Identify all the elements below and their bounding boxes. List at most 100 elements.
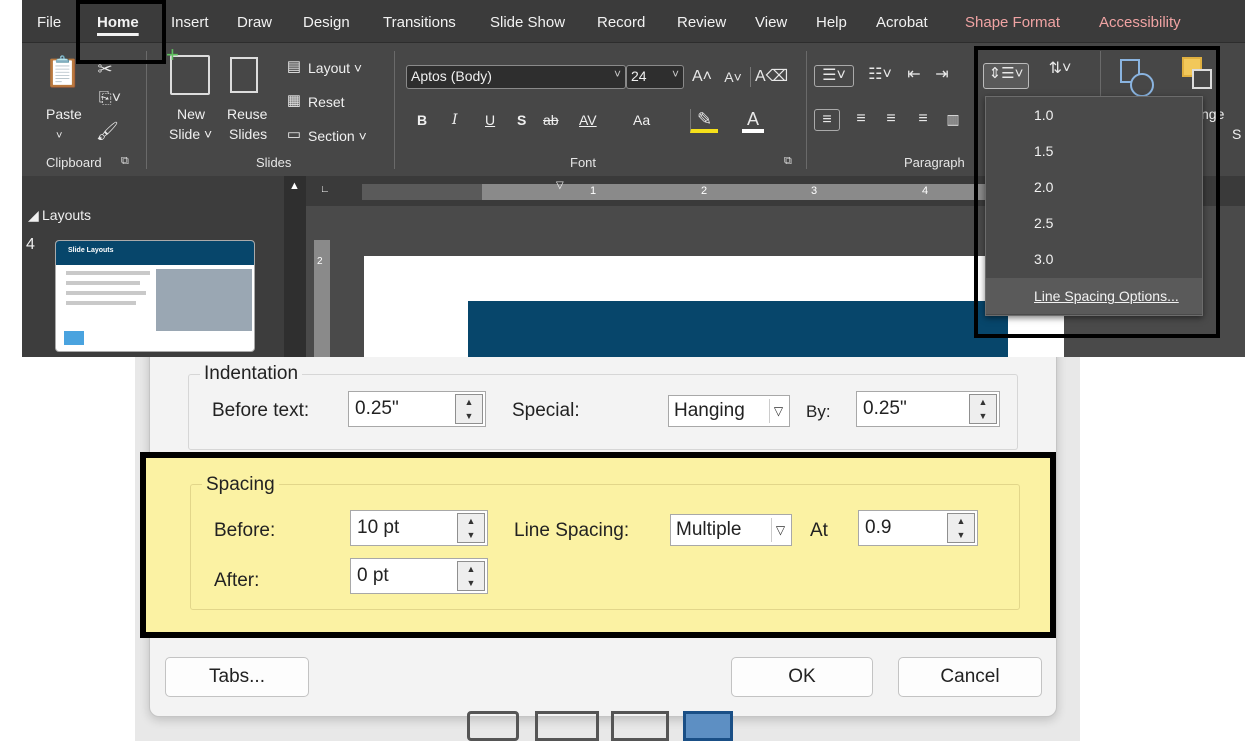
tab-slide-show[interactable]: Slide Show <box>490 14 565 31</box>
new-slide-dropdown[interactable]: Slide ˅ <box>169 125 212 143</box>
reset-button[interactable]: Reset <box>308 93 345 111</box>
section-header-layouts[interactable]: Layouts <box>42 206 91 224</box>
scroll-up-icon[interactable]: ▲ <box>289 180 300 192</box>
chevron-down-icon: ˅ <box>613 67 621 81</box>
tab-help[interactable]: Help <box>816 14 847 31</box>
paste-dropdown-chevron-icon[interactable]: ˅ <box>56 127 62 145</box>
font-launcher-icon[interactable]: ⧉ <box>784 155 792 168</box>
align-center-icon[interactable]: ≡ <box>848 109 874 129</box>
at-value[interactable]: 0.9 <box>865 517 891 538</box>
before-text-value[interactable]: 0.25" <box>355 398 399 419</box>
columns-icon[interactable]: ▥ <box>940 109 966 129</box>
numbering-icon[interactable]: ☷˅ <box>862 65 898 85</box>
align-right-icon[interactable]: ≡ <box>878 109 904 129</box>
tab-file[interactable]: File <box>37 14 61 31</box>
strikethrough-button[interactable]: ab <box>543 111 559 129</box>
paste-icon[interactable]: 📋 <box>44 53 81 93</box>
tab-record[interactable]: Record <box>597 14 645 31</box>
font-name-combo[interactable]: Aptos (Body) ˅ <box>406 65 626 89</box>
grow-font-icon[interactable]: A˄ <box>692 67 712 87</box>
increase-indent-icon[interactable]: ⇥ <box>930 65 954 85</box>
shrink-font-icon[interactable]: A˅ <box>723 67 743 87</box>
spinner-arrows-icon[interactable]: ▲ ▼ <box>969 394 997 424</box>
bold-button[interactable]: B <box>417 111 427 129</box>
tab-insert[interactable]: Insert <box>171 14 209 31</box>
reuse-slides-icon[interactable] <box>230 57 258 93</box>
section-collapse-chevron-icon[interactable]: ◢ <box>28 206 39 224</box>
ok-button[interactable]: OK <box>731 657 873 697</box>
spinner-arrows-icon[interactable]: ▲ ▼ <box>457 513 485 543</box>
shadow-button[interactable]: S <box>517 111 526 129</box>
ribbon-screenshot: File Home Insert Draw Design Transitions… <box>22 0 1245 357</box>
font-color-icon[interactable]: A <box>742 109 764 133</box>
font-size-combo[interactable]: 24 ˅ <box>626 65 684 89</box>
section-icon[interactable]: ▭ <box>284 125 304 145</box>
justify-icon[interactable]: ≡ <box>910 109 936 129</box>
layout-option-icon <box>467 711 519 741</box>
before-value[interactable]: 10 pt <box>357 517 399 538</box>
spinner-arrows-icon[interactable]: ▲ ▼ <box>455 394 483 424</box>
layout-button[interactable]: Layout ˅ <box>308 59 362 77</box>
tab-draw[interactable]: Draw <box>237 14 272 31</box>
change-case-button[interactable]: Aa <box>633 111 650 129</box>
before-spinner[interactable]: 10 pt ▲ ▼ <box>350 510 488 546</box>
indentation-legend: Indentation <box>200 363 303 385</box>
chevron-down-icon: ˅ <box>671 67 679 81</box>
cancel-button[interactable]: Cancel <box>898 657 1042 697</box>
tab-shape-format[interactable]: Shape Format <box>965 14 1060 31</box>
new-slide-icon[interactable]: + <box>166 44 210 95</box>
slide-title-shape[interactable] <box>468 301 1008 357</box>
reuse-slides-label[interactable]: Slides <box>229 125 267 143</box>
paste-button[interactable]: Paste <box>46 105 82 123</box>
align-left-icon[interactable]: ≡ <box>814 109 840 131</box>
tab-view[interactable]: View <box>755 14 787 31</box>
format-painter-icon[interactable]: 🖌 <box>96 121 119 141</box>
spacing-legend: Spacing <box>202 474 279 496</box>
by-value[interactable]: 0.25" <box>863 398 907 419</box>
spinner-arrows-icon[interactable]: ▲ ▼ <box>947 513 975 543</box>
layout-icon[interactable]: ▤ <box>284 57 304 77</box>
indent-marker-icon[interactable]: ▽ <box>556 180 564 191</box>
character-spacing-button[interactable]: AV <box>579 111 597 129</box>
tab-acrobat[interactable]: Acrobat <box>876 14 928 31</box>
tab-design[interactable]: Design <box>303 14 350 31</box>
vertical-ruler: 2 <box>314 240 330 357</box>
group-divider <box>806 51 807 169</box>
reset-icon[interactable]: ▦ <box>284 91 304 111</box>
tab-accessibility[interactable]: Accessibility <box>1099 14 1181 31</box>
thumbnail-title-bar: Slide Layouts <box>56 241 254 265</box>
pane-scrollbar[interactable]: ▲ <box>284 176 306 357</box>
slide-number: 4 <box>26 236 35 253</box>
after-value[interactable]: 0 pt <box>357 565 389 586</box>
annotation-highlight-spacing: Spacing Before: 10 pt ▲ ▼ Line Spacing: Mu… <box>140 452 1056 638</box>
by-label: By: <box>806 402 831 421</box>
tab-transitions[interactable]: Transitions <box>383 14 456 31</box>
section-button[interactable]: Section ˅ <box>308 127 367 145</box>
clipboard-launcher-icon[interactable]: ⧉ <box>121 155 129 168</box>
new-slide-label[interactable]: New <box>177 105 205 123</box>
tab-review[interactable]: Review <box>677 14 726 31</box>
bullets-icon[interactable]: ☰˅ <box>814 65 854 87</box>
clear-formatting-icon[interactable]: A⌫ <box>750 67 788 87</box>
slide-thumbnail[interactable]: Slide Layouts <box>55 240 255 352</box>
special-select[interactable]: Hanging ▽ <box>668 395 790 427</box>
vertical-ruler-number: 2 <box>317 256 323 267</box>
underline-button[interactable]: U <box>485 111 495 129</box>
copy-icon[interactable]: ⎘˅ <box>94 89 126 109</box>
line-spacing-select[interactable]: Multiple ▽ <box>670 514 792 546</box>
tabs-button[interactable]: Tabs... <box>165 657 309 697</box>
tab-selector-icon[interactable]: ∟ <box>320 184 330 195</box>
spinner-arrows-icon[interactable]: ▲ ▼ <box>457 561 485 591</box>
italic-button[interactable]: I <box>452 111 458 129</box>
highlighter-icon[interactable]: ✎ <box>690 109 718 133</box>
font-name-value: Aptos (Body) <box>411 68 492 84</box>
at-spinner[interactable]: 0.9 ▲ ▼ <box>858 510 978 546</box>
decrease-indent-icon[interactable]: ⇤ <box>902 65 926 85</box>
special-value: Hanging <box>674 400 745 421</box>
quick-styles-label-partial[interactable]: S <box>1232 125 1241 143</box>
font-size-value: 24 <box>631 68 647 84</box>
reuse-label[interactable]: Reuse <box>227 105 267 123</box>
by-spinner[interactable]: 0.25" ▲ ▼ <box>856 391 1000 427</box>
after-spinner[interactable]: 0 pt ▲ ▼ <box>350 558 488 594</box>
before-text-spinner[interactable]: 0.25" ▲ ▼ <box>348 391 486 427</box>
